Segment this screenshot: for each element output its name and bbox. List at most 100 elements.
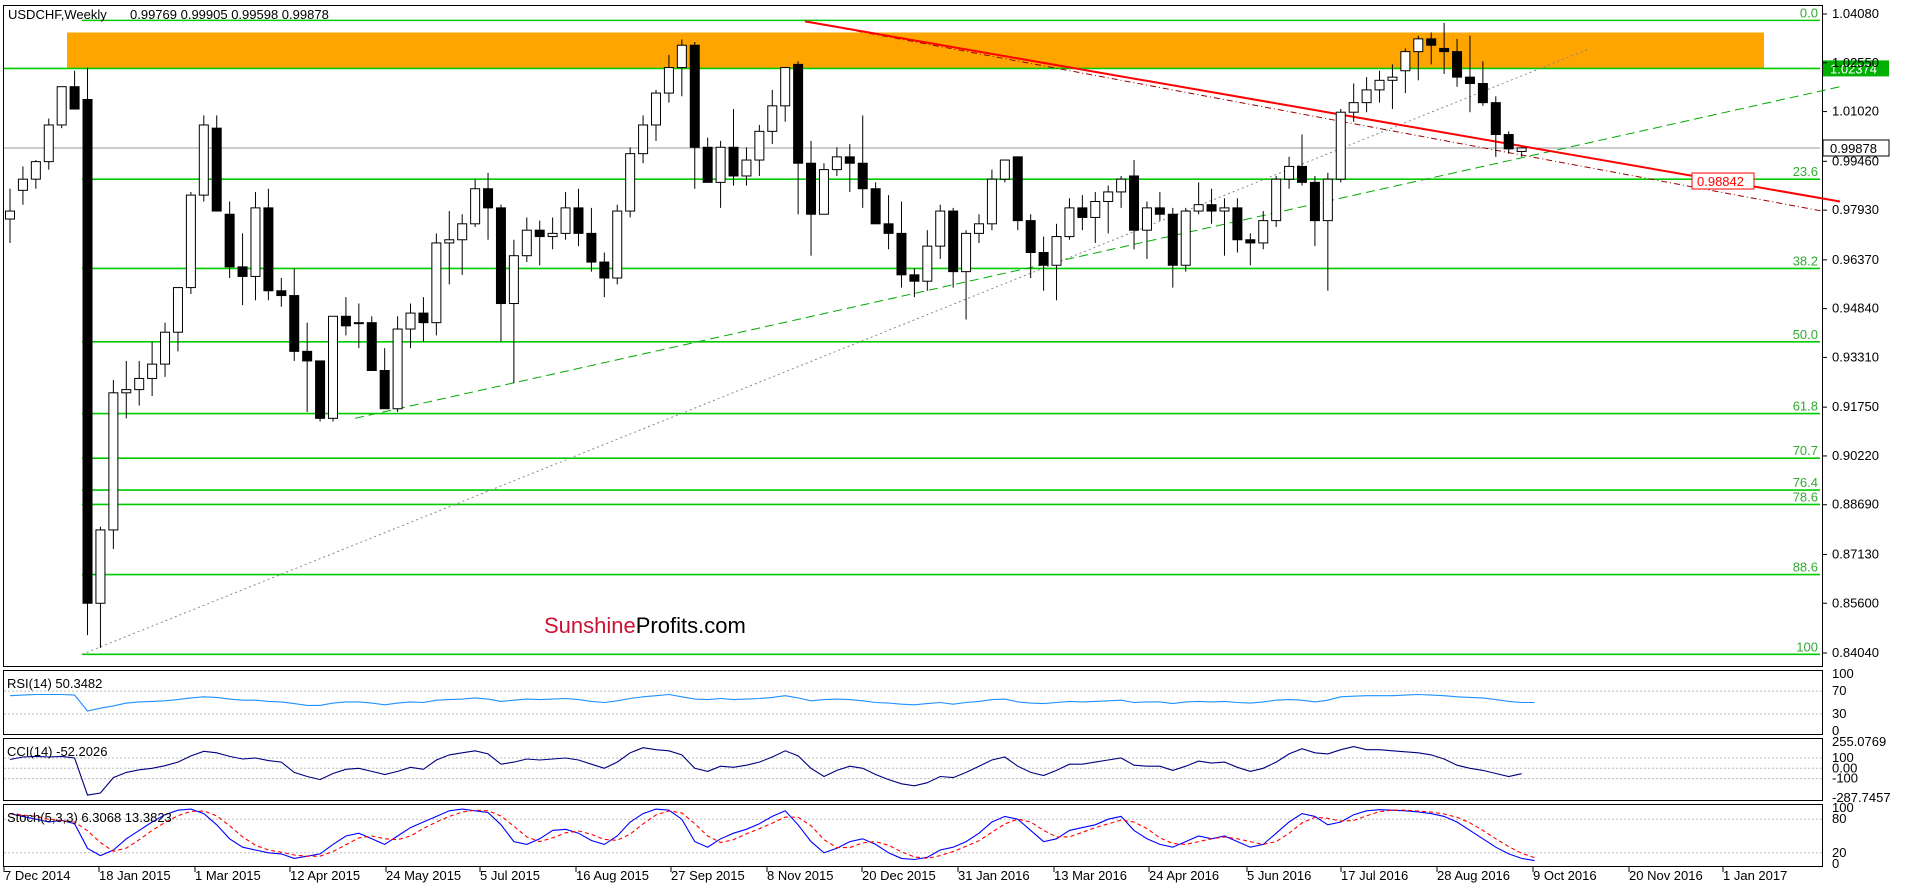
bear-candle-body [224, 213, 235, 268]
bear-candle-body [573, 207, 584, 234]
bull-candle-body [922, 245, 933, 282]
bear-candle-body [702, 146, 713, 183]
bull-candle-body [1051, 236, 1062, 266]
bull-candle-body [1193, 204, 1204, 212]
bear-candle-body [263, 207, 274, 292]
bull-candle-body [108, 392, 119, 531]
candle [612, 204, 623, 285]
date-tick-label: 5 Jun 2016 [1247, 868, 1311, 883]
cci-tick-label: 255.0769 [1832, 734, 1886, 749]
date-tick-label: 13 Mar 2016 [1054, 868, 1127, 883]
bear-candle-body [1154, 207, 1165, 215]
candle [82, 67, 93, 636]
bear-candle-body [689, 44, 700, 148]
date-tick-label: 17 Jul 2016 [1341, 868, 1408, 883]
date-tick-label: 18 Jan 2015 [99, 868, 171, 883]
bear-candle-body [534, 229, 545, 238]
bull-candle-body [353, 322, 364, 325]
bull-candle-body [547, 232, 558, 238]
bull-candle-body [715, 146, 726, 183]
price-tick-label: 0.90220 [1832, 448, 1879, 463]
bull-candle-body [1141, 207, 1152, 231]
rsi-tick-label: 100 [1832, 666, 1854, 681]
bull-candle-body [560, 207, 571, 234]
bear-candle-body [276, 290, 287, 297]
bull-candle-body [676, 44, 687, 69]
bull-candle-body [974, 223, 984, 234]
bear-candle-body [82, 98, 93, 604]
bull-candle-body [1219, 207, 1230, 212]
bull-candle-body [986, 178, 997, 225]
bull-candle-body [1387, 76, 1398, 81]
bull-candle-body [663, 67, 674, 94]
date-tick-label: 8 Nov 2015 [767, 868, 834, 883]
price-tick-label: 0.88690 [1832, 497, 1879, 512]
candle [56, 86, 67, 129]
bear-candle-body [1077, 207, 1088, 218]
bull-candle-body [1116, 178, 1127, 193]
bear-candle-body [844, 156, 855, 164]
bull-candle-body [612, 210, 623, 279]
bull-candle-body [392, 328, 403, 410]
bull-candle-body [457, 223, 468, 241]
bear-candle-body [1503, 134, 1514, 150]
fib-level-label: 70.7 [1793, 443, 1818, 458]
chart-title: USDCHF,Weekly [8, 7, 107, 22]
rsi-tick-label: 70 [1832, 683, 1846, 698]
date-tick-label: 24 May 2015 [386, 868, 461, 883]
bull-candle-body [95, 529, 106, 604]
trendline-price-label: 0.98842 [1697, 174, 1744, 189]
rsi-label: RSI(14) 50.3482 [7, 676, 102, 691]
bull-candle-body [1090, 200, 1101, 218]
resistance-zone [67, 32, 1764, 69]
bear-candle-body [1025, 220, 1036, 254]
candle [986, 169, 997, 231]
candle [1271, 175, 1282, 227]
bull-candle-body [625, 153, 636, 212]
bull-candle-body [1103, 191, 1114, 202]
candle [999, 159, 1010, 183]
bear-candle-body [69, 86, 80, 110]
bull-candle-body [17, 178, 28, 191]
bear-candle-body [1464, 76, 1475, 85]
candle [625, 147, 636, 218]
bear-candle-body [418, 312, 429, 324]
price-tick-label: 1.01020 [1832, 104, 1879, 119]
date-tick-label: 1 Jan 2017 [1723, 868, 1787, 883]
bear-candle-body [289, 295, 300, 352]
price-tick-label: 0.93310 [1832, 349, 1879, 364]
bull-candle-body [1413, 38, 1424, 53]
candle [818, 163, 829, 215]
bull-candle-body [185, 194, 196, 289]
candle [328, 315, 338, 422]
chart-window: 0.0 23.6 38.2 50.0 61.8 70.7 76.4 78.6 88.6 100 1… [0, 0, 1908, 890]
bull-candle-body [134, 377, 145, 391]
bull-candle-body [1180, 210, 1191, 266]
bear-candle-body [1490, 102, 1501, 136]
bull-candle-body [818, 169, 829, 215]
bear-candle-body [302, 350, 313, 362]
candle [1012, 156, 1023, 231]
price-tick-label: 0.91750 [1832, 399, 1879, 414]
bear-candle-body [806, 162, 817, 215]
bull-candle-body [43, 124, 54, 163]
bull-candle-body [5, 210, 15, 220]
candle [108, 380, 119, 550]
bear-candle-body [483, 188, 494, 209]
bear-candle-body [1206, 204, 1217, 212]
bear-candle-body [1426, 38, 1437, 46]
candle [431, 233, 442, 336]
candle [1180, 207, 1191, 272]
price-tick-label: 0.99460 [1832, 153, 1879, 168]
bear-candle-body [1245, 239, 1256, 244]
bear-candle-body [237, 266, 248, 277]
bull-candle-body [935, 210, 946, 247]
candle [315, 360, 326, 422]
price-tick-label: 1.02550 [1832, 55, 1879, 70]
date-tick-label: 20 Dec 2015 [862, 868, 936, 883]
bull-candle-body [431, 242, 442, 324]
date-tick-label: 12 Apr 2015 [290, 868, 360, 883]
bull-candle-body [1374, 79, 1385, 91]
bear-candle-body [728, 146, 739, 177]
bull-candle-body [1284, 165, 1295, 180]
